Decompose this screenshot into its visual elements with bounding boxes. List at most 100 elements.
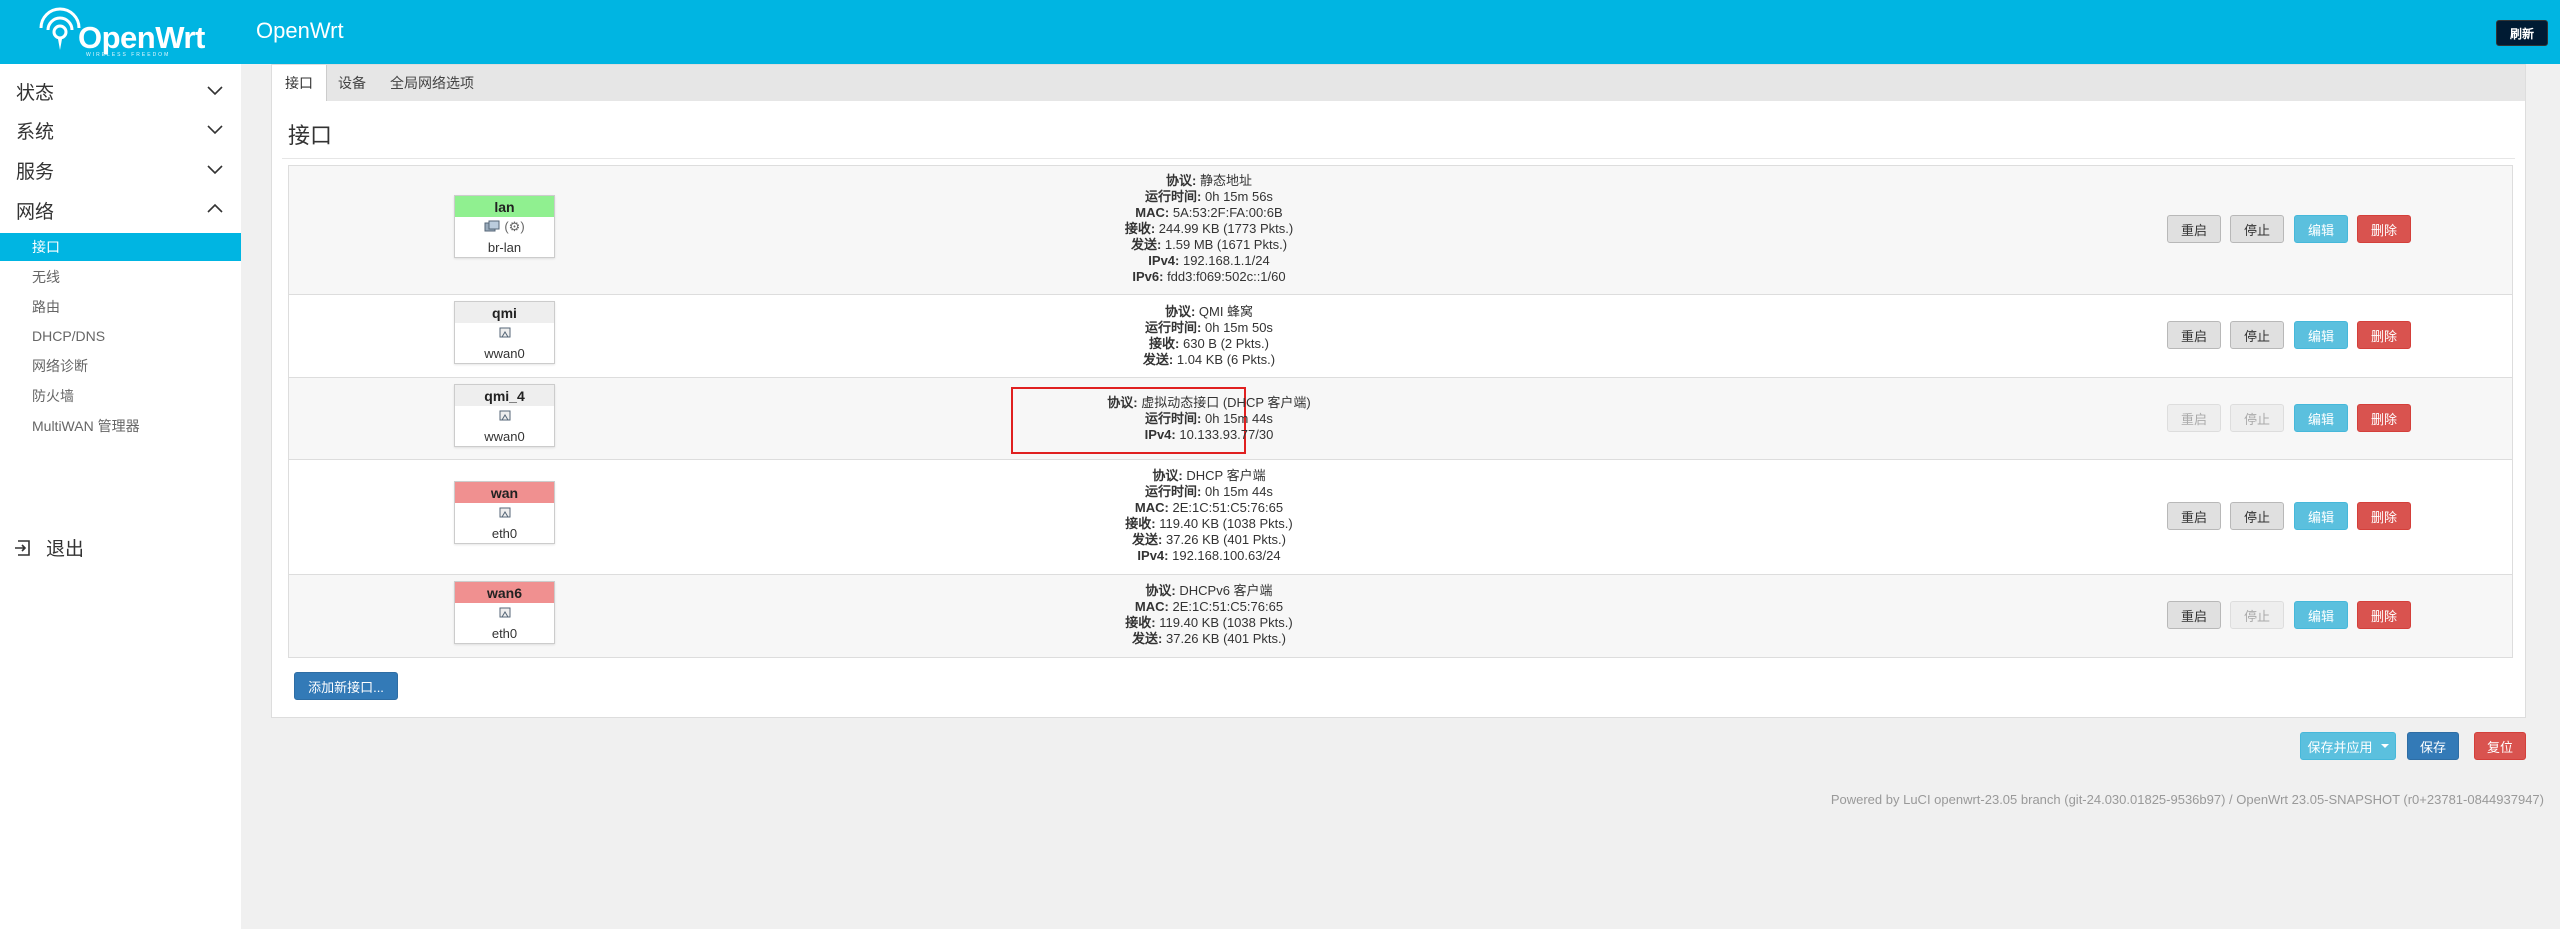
info-line: 发送: 1.04 KB (6 Pkts.) — [1142, 352, 1276, 367]
sidebar-item-multiwan[interactable]: MultiWAN 管理器 — [0, 412, 241, 440]
logo-tagline: WIRELESS FREEDOM — [86, 52, 171, 58]
logo-wordmark: OpenWrt — [78, 20, 205, 55]
interface-device: br-lan — [487, 239, 522, 255]
interface-name: qmi — [455, 302, 554, 323]
sidebar-item-label: 系统 — [16, 121, 55, 143]
info-line: IPv4: 192.168.1.1/24 — [1148, 253, 1270, 268]
sidebar-item-network[interactable]: 网络 — [0, 191, 241, 229]
chevron-down-icon — [207, 86, 223, 96]
interface-device: wwan0 — [484, 345, 525, 361]
sidebar-item-status[interactable]: 状态 — [0, 72, 241, 110]
sidebar-item-firewall[interactable]: 防火墙 — [0, 382, 241, 410]
table-row-wan: wan eth0 协议: DHCP 客户端 运行时间: 0h 15m 44s M… — [289, 460, 2512, 575]
add-interface-button[interactable]: 添加新接口... — [294, 672, 398, 700]
chevron-down-icon — [207, 125, 223, 135]
logout-link[interactable]: 退出 — [14, 534, 84, 561]
info-line: 发送: 37.26 KB (401 Pkts.) — [1132, 532, 1286, 547]
brand-title[interactable]: OpenWrt — [256, 18, 344, 44]
interface-badge[interactable]: qmi_4 wwan0 — [454, 384, 555, 447]
sidebar-item-label: 网络 — [16, 201, 55, 223]
restart-button[interactable]: 重启 — [2167, 215, 2221, 243]
info-line: 协议: DHCP 客户端 — [1152, 468, 1266, 483]
openwrt-logo[interactable]: OpenWrt WIRELESS FREEDOM — [36, 4, 206, 60]
delete-button[interactable]: 删除 — [2357, 601, 2411, 629]
interfaces-table: lan (⚙) br-lan 协议: 静态地址 运行时间: 0h 15m 56s… — [288, 165, 2513, 658]
table-row-wan6: wan6 eth0 协议: DHCPv6 客户端 MAC: 2E:1C:51:C… — [289, 575, 2512, 657]
sidebar-item-dhcp-dns[interactable]: DHCP/DNS — [0, 322, 241, 350]
stop-button[interactable]: 停止 — [2230, 215, 2284, 243]
logout-label: 退出 — [46, 539, 85, 560]
tab-global-options[interactable]: 全局网络选项 — [382, 65, 482, 101]
interface-badge[interactable]: wan eth0 — [454, 481, 555, 544]
interface-badge[interactable]: wan6 eth0 — [454, 581, 555, 644]
info-line: 运行时间: 0h 15m 44s — [1145, 484, 1273, 499]
interface-info: 协议: 虚拟动态接口 (DHCP 客户端) 运行时间: 0h 15m 44s I… — [709, 395, 1709, 443]
ethernet-port-icon — [455, 406, 554, 426]
edit-button[interactable]: 编辑 — [2294, 321, 2348, 349]
caret-down-icon[interactable] — [2380, 744, 2389, 748]
info-line: 发送: 1.59 MB (1671 Pkts.) — [1130, 237, 1288, 252]
interface-info: 协议: 静态地址 运行时间: 0h 15m 56s MAC: 5A:53:2F:… — [709, 173, 1709, 285]
info-line: 协议: 静态地址 — [1166, 173, 1252, 188]
info-line: 运行时间: 0h 15m 56s — [1145, 189, 1273, 204]
info-line: MAC: 2E:1C:51:C5:76:65 — [1134, 500, 1284, 515]
restart-button[interactable]: 重启 — [2167, 502, 2221, 530]
sidebar-item-services[interactable]: 服务 — [0, 151, 241, 189]
stop-button[interactable]: 停止 — [2230, 502, 2284, 530]
info-line: 接收: 630 B (2 Pkts.) — [1149, 336, 1269, 351]
delete-button[interactable]: 删除 — [2357, 404, 2411, 432]
edit-button[interactable]: 编辑 — [2294, 404, 2348, 432]
interface-name: wan6 — [455, 582, 554, 603]
info-line: 运行时间: 0h 15m 44s — [1145, 411, 1273, 426]
save-apply-button[interactable]: 保存并应用 — [2300, 732, 2396, 760]
save-button[interactable]: 保存 — [2407, 732, 2459, 760]
top-bar: OpenWrt WIRELESS FREEDOM OpenWrt 刷新 — [0, 0, 2560, 64]
interface-name: wan — [455, 482, 554, 503]
restart-button[interactable]: 重启 — [2167, 404, 2221, 432]
edit-button[interactable]: 编辑 — [2294, 215, 2348, 243]
footer-version: Powered by LuCI openwrt-23.05 branch (gi… — [1830, 792, 2544, 807]
sidebar-item-label: 服务 — [16, 161, 55, 183]
info-line: IPv4: 192.168.100.63/24 — [1137, 548, 1281, 563]
wifi-logo-icon — [39, 7, 81, 50]
ethernet-port-icon — [455, 323, 554, 343]
table-row-qmi-4: qmi_4 wwan0 协议: 虚拟动态接口 (DHCP 客户端) 运行时间: … — [289, 378, 2512, 460]
interface-badge[interactable]: qmi wwan0 — [454, 301, 555, 364]
table-row-lan: lan (⚙) br-lan 协议: 静态地址 运行时间: 0h 15m 56s… — [289, 166, 2512, 295]
info-line: IPv4: 10.133.93.77/30 — [1144, 427, 1274, 442]
edit-button[interactable]: 编辑 — [2294, 601, 2348, 629]
reset-button[interactable]: 复位 — [2474, 732, 2526, 760]
stop-button[interactable]: 停止 — [2230, 404, 2284, 432]
refresh-button[interactable]: 刷新 — [2496, 20, 2548, 46]
bridge-icon: (⚙) — [455, 217, 554, 237]
stop-button[interactable]: 停止 — [2230, 321, 2284, 349]
delete-button[interactable]: 删除 — [2357, 321, 2411, 349]
info-line: 发送: 37.26 KB (401 Pkts.) — [1132, 631, 1286, 646]
sidebar-item-routes[interactable]: 路由 — [0, 293, 241, 321]
main-panel: 接口 设备 全局网络选项 接口 lan (⚙) br-lan 协议: 静态地址 … — [271, 64, 2526, 718]
interface-name: qmi_4 — [455, 385, 554, 406]
ethernet-port-icon — [455, 503, 554, 523]
delete-button[interactable]: 删除 — [2357, 502, 2411, 530]
sidebar-item-wireless[interactable]: 无线 — [0, 263, 241, 291]
info-line: 协议: 虚拟动态接口 (DHCP 客户端) — [1107, 395, 1311, 410]
sidebar-item-interfaces[interactable]: 接口 — [0, 233, 241, 261]
sidebar-item-diagnostics[interactable]: 网络诊断 — [0, 352, 241, 380]
tab-devices[interactable]: 设备 — [327, 65, 377, 101]
info-line: 接收: 244.99 KB (1773 Pkts.) — [1124, 221, 1294, 236]
tab-interfaces[interactable]: 接口 — [272, 65, 327, 101]
sidebar-item-system[interactable]: 系统 — [0, 111, 241, 149]
table-row-qmi: qmi wwan0 协议: QMI 蜂窝 运行时间: 0h 15m 50s 接收… — [289, 295, 2512, 378]
stop-button[interactable]: 停止 — [2230, 601, 2284, 629]
delete-button[interactable]: 删除 — [2357, 215, 2411, 243]
info-line: MAC: 2E:1C:51:C5:76:65 — [1134, 599, 1284, 614]
info-line: 协议: QMI 蜂窝 — [1164, 304, 1254, 319]
restart-button[interactable]: 重启 — [2167, 321, 2221, 349]
interface-badge[interactable]: lan (⚙) br-lan — [454, 195, 555, 258]
restart-button[interactable]: 重启 — [2167, 601, 2221, 629]
info-line: 运行时间: 0h 15m 50s — [1145, 320, 1273, 335]
section-title: 接口 — [288, 123, 333, 148]
edit-button[interactable]: 编辑 — [2294, 502, 2348, 530]
interface-device: eth0 — [491, 625, 518, 641]
interface-name: lan — [455, 196, 554, 217]
